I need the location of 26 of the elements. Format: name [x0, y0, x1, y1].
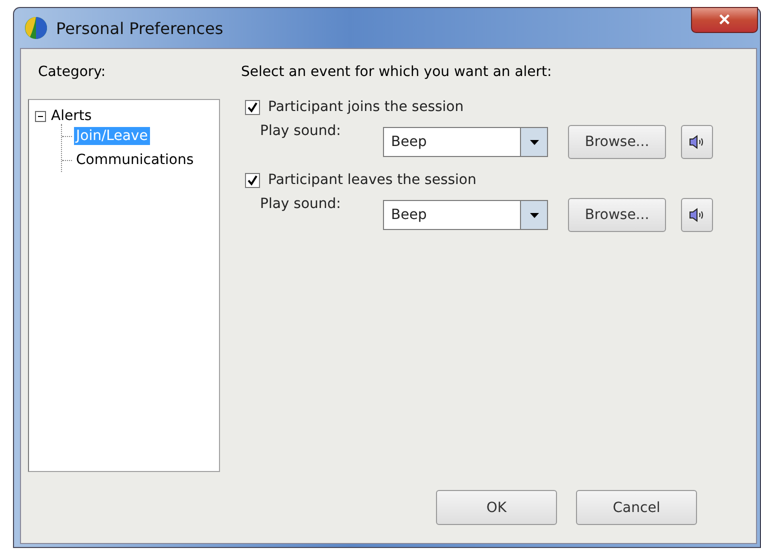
globe-icon [24, 16, 48, 40]
speaker-icon [689, 208, 705, 222]
cancel-button[interactable]: Cancel [576, 490, 697, 525]
checkbox[interactable] [245, 172, 260, 188]
checkbox-label[interactable]: Participant leaves the session [268, 172, 476, 188]
sound-dropdown[interactable]: Beep [383, 127, 548, 157]
play-sound-button[interactable] [681, 125, 713, 159]
browse-button[interactable]: Browse... [568, 198, 666, 232]
browse-button[interactable]: Browse... [568, 125, 666, 159]
checkbox-label[interactable]: Participant joins the session [268, 99, 464, 115]
category-label: Category: [38, 64, 107, 82]
speaker-icon [689, 135, 705, 149]
play-sound-label: Play sound: [260, 196, 342, 212]
play-sound-label: Play sound: [260, 123, 342, 139]
collapse-toggle-icon[interactable] [35, 110, 46, 122]
dropdown-arrow-icon [530, 212, 538, 218]
close-button[interactable]: × [691, 7, 758, 33]
checkbox[interactable] [245, 100, 260, 114]
ok-button[interactable]: OK [436, 490, 557, 525]
dropdown-arrow-icon [530, 140, 538, 144]
tree-item[interactable]: Communications [74, 151, 196, 169]
tree-item[interactable]: Alerts [49, 107, 94, 125]
window-title: Personal Preferences [56, 18, 224, 38]
sound-dropdown[interactable]: Beep [383, 200, 548, 230]
play-sound-button[interactable] [681, 198, 713, 232]
prompt-text: Select an event for which you want an alert: [241, 64, 553, 82]
